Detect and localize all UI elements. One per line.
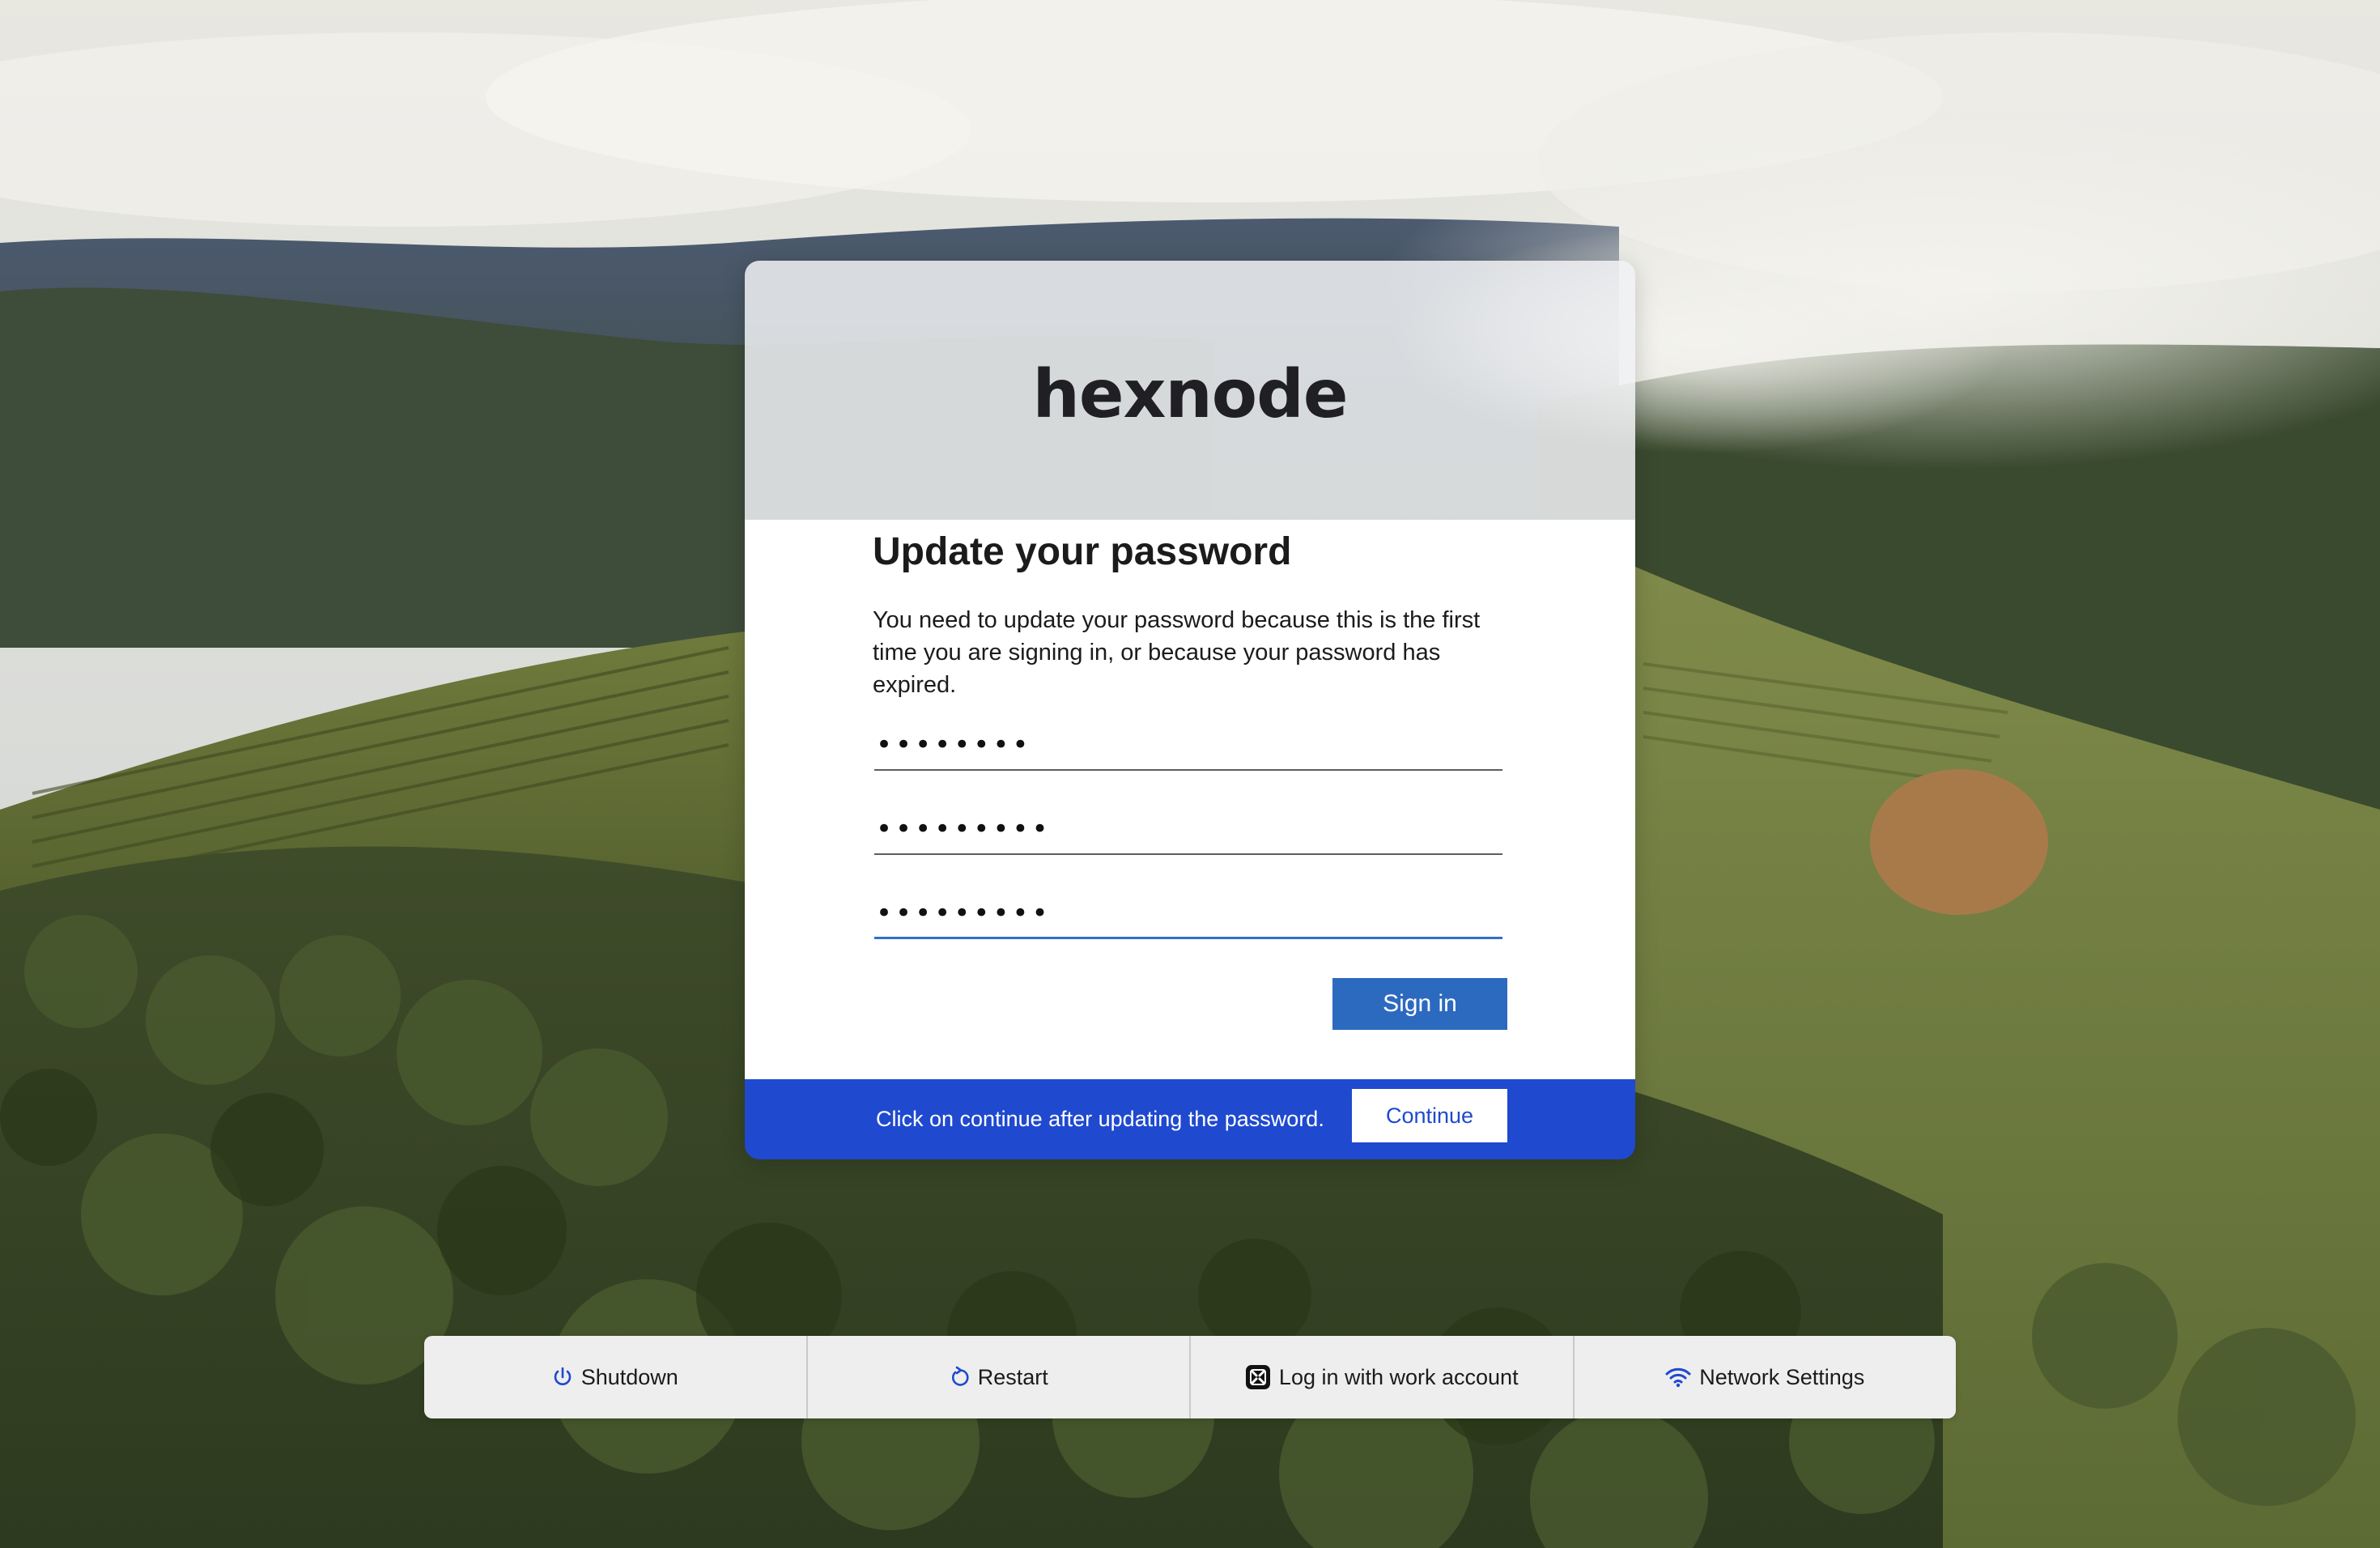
form-description: You need to update your password because… [873, 607, 1481, 698]
sign-in-button[interactable]: Sign in [1332, 978, 1507, 1030]
password-update-card: hexnode Update your password You need to… [745, 261, 1635, 1159]
hexnode-logo: hexnode [1032, 355, 1349, 433]
restart-button[interactable]: Restart [808, 1336, 1191, 1418]
new-password-field[interactable] [874, 805, 1502, 855]
footer-message: Click on continue after updating the pas… [876, 1107, 1324, 1131]
confirm-password-field[interactable] [874, 889, 1502, 939]
system-action-bar: Shutdown Restart Log in with work accoun… [424, 1336, 1956, 1418]
continue-footer-bar: Click on continue after updating the pas… [745, 1079, 1635, 1159]
work-account-login-button[interactable]: Log in with work account [1191, 1336, 1575, 1418]
work-account-icon [1245, 1364, 1271, 1390]
card-header: hexnode [745, 261, 1635, 520]
shutdown-label: Shutdown [580, 1364, 678, 1389]
shutdown-button[interactable]: Shutdown [424, 1336, 808, 1418]
continue-button[interactable]: Continue [1352, 1089, 1507, 1142]
form-title: Update your password [873, 530, 1292, 573]
wifi-icon [1665, 1367, 1691, 1388]
network-settings-label: Network Settings [1699, 1364, 1865, 1389]
restart-label: Restart [977, 1364, 1048, 1389]
restart-icon [949, 1366, 970, 1389]
current-password-field[interactable] [874, 721, 1502, 771]
work-account-label: Log in with work account [1278, 1364, 1519, 1389]
power-icon [552, 1366, 573, 1389]
network-settings-button[interactable]: Network Settings [1575, 1336, 1957, 1418]
